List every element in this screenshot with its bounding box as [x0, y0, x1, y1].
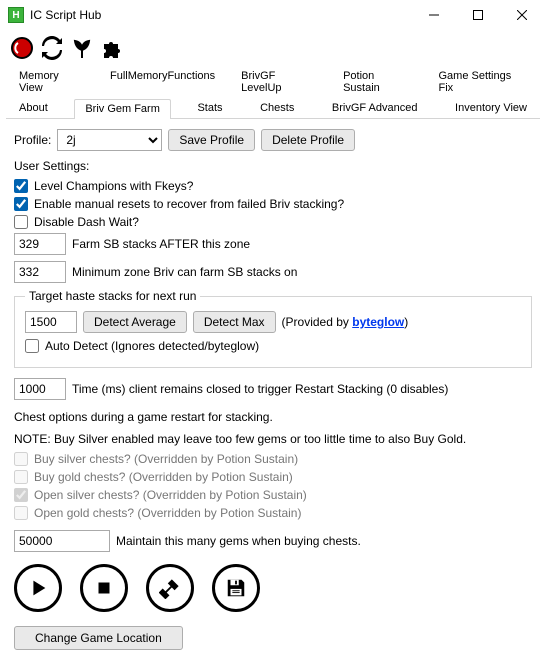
detect-max-button[interactable]: Detect Max: [193, 311, 276, 333]
tab-content: Profile: 2j Save Profile Delete Profile …: [0, 119, 546, 660]
puzzle-icon[interactable]: [98, 34, 126, 62]
haste-fieldset: Target haste stacks for next run Detect …: [14, 289, 532, 368]
minimize-button[interactable]: [412, 0, 456, 30]
tab-fullmemoryfunctions[interactable]: FullMemoryFunctions: [99, 66, 226, 98]
open-gold-label: Open gold chests? (Overridden by Potion …: [34, 506, 301, 520]
connect-button[interactable]: [146, 564, 194, 612]
tab-brivgf-advanced[interactable]: BrivGF Advanced: [321, 98, 429, 118]
refresh-icon[interactable]: [38, 34, 66, 62]
restart-time-label: Time (ms) client remains closed to trigg…: [72, 382, 448, 396]
auto-detect-label: Auto Detect (Ignores detected/byteglow): [45, 339, 259, 353]
manual-resets-label: Enable manual resets to recover from fai…: [34, 197, 344, 211]
buy-silver-checkbox: [14, 452, 28, 466]
haste-legend: Target haste stacks for next run: [25, 289, 200, 303]
maintain-gems-input[interactable]: [14, 530, 110, 552]
haste-value-input[interactable]: [25, 311, 77, 333]
tab-inventory-view[interactable]: Inventory View: [444, 98, 538, 118]
close-button[interactable]: [500, 0, 544, 30]
open-silver-checkbox: [14, 488, 28, 502]
min-zone-input[interactable]: [14, 261, 66, 283]
disable-dash-label: Disable Dash Wait?: [34, 215, 139, 229]
restart-time-input[interactable]: [14, 378, 66, 400]
tab-bar: Memory View FullMemoryFunctions BrivGF L…: [0, 66, 546, 119]
profile-label: Profile:: [14, 133, 51, 147]
buy-silver-label: Buy silver chests? (Overridden by Potion…: [34, 452, 298, 466]
farm-after-zone-label: Farm SB stacks AFTER this zone: [72, 237, 250, 251]
app-icon: H: [8, 7, 24, 23]
save-profile-button[interactable]: Save Profile: [168, 129, 255, 151]
maintain-gems-label: Maintain this many gems when buying ches…: [116, 534, 361, 548]
window-title: IC Script Hub: [30, 8, 101, 22]
byteglow-link[interactable]: byteglow: [352, 315, 404, 329]
play-button[interactable]: [14, 564, 62, 612]
tab-memory-view[interactable]: Memory View: [8, 66, 95, 98]
profile-select[interactable]: 2j: [57, 129, 162, 151]
buy-gold-label: Buy gold chests? (Overridden by Potion S…: [34, 470, 293, 484]
detect-average-button[interactable]: Detect Average: [83, 311, 187, 333]
buy-gold-checkbox: [14, 470, 28, 484]
user-settings-heading: User Settings:: [14, 159, 532, 173]
tab-briv-gem-farm[interactable]: Briv Gem Farm: [74, 99, 171, 119]
tab-game-settings-fix[interactable]: Game Settings Fix: [427, 66, 538, 98]
tab-chests[interactable]: Chests: [249, 98, 305, 118]
tab-potion-sustain[interactable]: Potion Sustain: [332, 66, 423, 98]
manual-resets-checkbox[interactable]: [14, 197, 28, 211]
provided-by-text: (Provided by byteglow): [282, 315, 409, 329]
level-fkeys-checkbox[interactable]: [14, 179, 28, 193]
open-gold-checkbox: [14, 506, 28, 520]
save-button[interactable]: [212, 564, 260, 612]
tab-stats[interactable]: Stats: [186, 98, 233, 118]
open-silver-label: Open silver chests? (Overridden by Potio…: [34, 488, 307, 502]
toolbar: [0, 30, 546, 66]
title-bar: H IC Script Hub: [0, 0, 546, 30]
auto-detect-checkbox[interactable]: [25, 339, 39, 353]
tab-about[interactable]: About: [8, 98, 59, 118]
farm-after-zone-input[interactable]: [14, 233, 66, 255]
record-icon[interactable]: [8, 34, 36, 62]
change-game-location-button[interactable]: Change Game Location: [14, 626, 183, 650]
stop-button[interactable]: [80, 564, 128, 612]
min-zone-label: Minimum zone Briv can farm SB stacks on: [72, 265, 297, 279]
tab-brivgf-levelup[interactable]: BrivGF LevelUp: [230, 66, 328, 98]
disable-dash-checkbox[interactable]: [14, 215, 28, 229]
maximize-button[interactable]: [456, 0, 500, 30]
plant-icon[interactable]: [68, 34, 96, 62]
level-fkeys-label: Level Champions with Fkeys?: [34, 179, 193, 193]
delete-profile-button[interactable]: Delete Profile: [261, 129, 355, 151]
chest-note: NOTE: Buy Silver enabled may leave too f…: [14, 432, 532, 446]
chest-options-heading: Chest options during a game restart for …: [14, 410, 532, 424]
